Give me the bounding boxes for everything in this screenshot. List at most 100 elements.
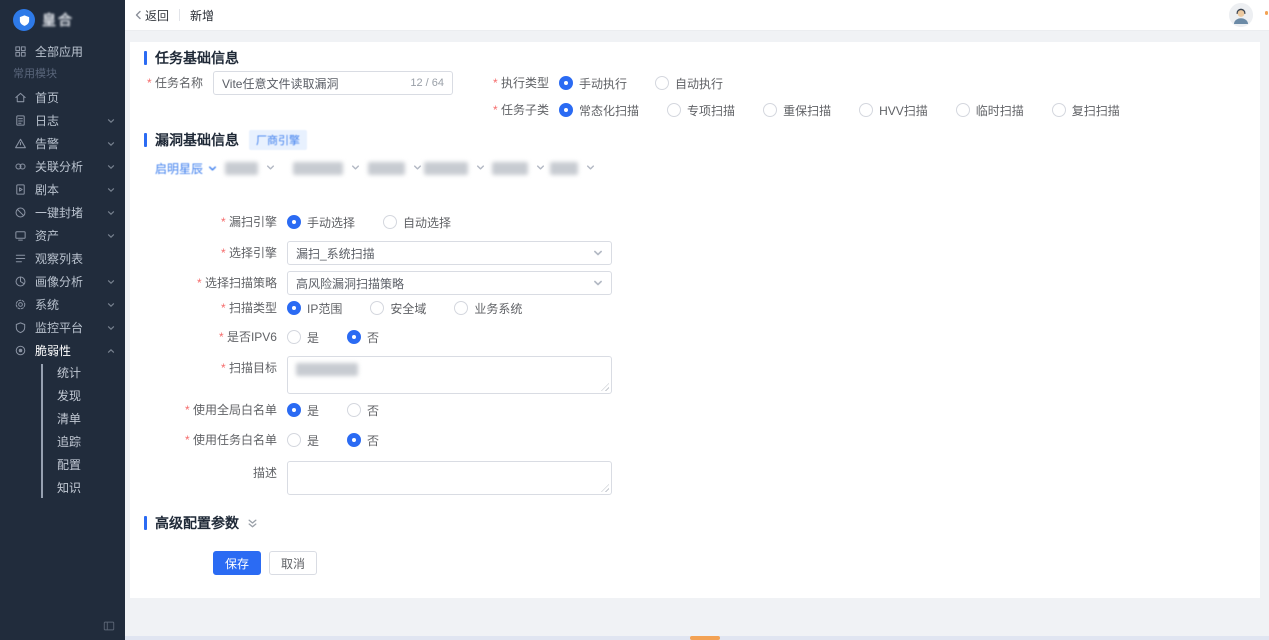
strategy-select-row: 选择扫描策略 高风险漏洞扫描策略	[144, 271, 612, 295]
engine-select-label: 选择引擎	[144, 241, 287, 265]
radio-task-wl-yes[interactable]: 是	[287, 432, 319, 449]
chevron-down-icon	[593, 248, 603, 258]
sidebar-subitem-discovery[interactable]: 发现	[0, 385, 125, 408]
sidebar-item-logs[interactable]: 日志	[0, 109, 125, 132]
radio-circle-icon	[763, 103, 777, 117]
radio-circle-icon	[383, 215, 397, 229]
radio-scan-ip-range[interactable]: IP范围	[287, 300, 342, 317]
chevron-up-icon	[107, 347, 115, 355]
radio-task-wl-no[interactable]: 否	[347, 432, 379, 449]
vendor-dropdown-redacted[interactable]	[424, 161, 485, 175]
redacted-text	[225, 162, 258, 175]
brand-logo[interactable]: 皇合	[0, 0, 125, 40]
sidebar-subitem-configuration[interactable]: 配置	[0, 454, 125, 477]
global-whitelist-label: 使用全局白名单	[144, 398, 287, 422]
sidebar-item-correlation-analysis[interactable]: 关联分析	[0, 155, 125, 178]
radio-engine-manual[interactable]: 手动选择	[287, 214, 355, 231]
description-textarea[interactable]	[288, 462, 611, 494]
task-subtype-label: 任务子类	[493, 98, 559, 122]
expand-double-chevron-icon[interactable]	[247, 518, 258, 529]
apps-grid-icon	[13, 45, 27, 59]
sidebar-subitem-statistics[interactable]: 统计	[0, 362, 125, 385]
radio-subtype-rescan[interactable]: 复扫扫描	[1052, 102, 1120, 119]
scrollbar-thumb[interactable]	[690, 636, 720, 640]
radio-circle-icon	[859, 103, 873, 117]
sidebar-item-home[interactable]: 首页	[0, 86, 125, 109]
vendor-tab-active[interactable]: 启明星辰	[155, 160, 217, 177]
scan-type-label: 扫描类型	[144, 296, 287, 320]
radio-ipv6-no[interactable]: 否	[347, 329, 379, 346]
radio-subtype-hvv[interactable]: HVV扫描	[859, 102, 928, 119]
section-accent-bar	[144, 51, 147, 65]
engine-mode-row: 漏扫引擎 手动选择 自动选择	[144, 210, 479, 234]
app-window: 皇合 全部应用 常用模块 首页 日志 告警	[0, 0, 1269, 640]
chevron-down-icon	[413, 161, 422, 175]
sidebar-subitem-trace[interactable]: 追踪	[0, 431, 125, 454]
page-title: 新增	[190, 7, 214, 24]
home-icon	[13, 91, 27, 105]
description-row: 描述	[144, 461, 612, 485]
section-accent-bar	[144, 516, 147, 530]
radio-circle-icon	[347, 433, 361, 447]
radio-global-wl-yes[interactable]: 是	[287, 402, 319, 419]
vendor-dropdown-redacted[interactable]	[225, 161, 275, 175]
sidebar-subitem-inventory[interactable]: 清单	[0, 408, 125, 431]
alert-icon	[13, 137, 27, 151]
section-vuln-basic-info: 漏洞基础信息 厂商引擎	[144, 132, 307, 148]
sidebar-item-portrait-analysis[interactable]: 画像分析	[0, 270, 125, 293]
task-name-input[interactable]	[222, 76, 404, 90]
section-task-basic-info: 任务基础信息	[144, 50, 239, 66]
cancel-button[interactable]: 取消	[269, 551, 317, 575]
sidebar-collapse-icon[interactable]	[103, 620, 115, 632]
sidebar-item-watchlist[interactable]: 观察列表	[0, 247, 125, 270]
strategy-select-dropdown[interactable]: 高风险漏洞扫描策略	[287, 271, 612, 295]
portrait-icon	[13, 275, 27, 289]
radio-subtype-routine[interactable]: 常态化扫描	[559, 102, 639, 119]
strategy-select-label: 选择扫描策略	[144, 271, 287, 295]
vendor-dropdown-redacted[interactable]	[550, 161, 595, 175]
redacted-text	[424, 162, 468, 175]
topbar-divider	[179, 9, 180, 21]
user-avatar[interactable]	[1229, 3, 1253, 27]
sidebar-item-alerts[interactable]: 告警	[0, 132, 125, 155]
task-name-row: 任务名称 12 / 64	[144, 71, 453, 95]
radio-circle-icon	[287, 433, 301, 447]
sidebar-item-assets[interactable]: 资产	[0, 224, 125, 247]
chevron-down-icon	[107, 186, 115, 194]
radio-subtype-temporary[interactable]: 临时扫描	[956, 102, 1024, 119]
section-advanced-params: 高级配置参数	[144, 515, 258, 531]
block-icon	[13, 206, 27, 220]
radio-ipv6-yes[interactable]: 是	[287, 329, 319, 346]
sidebar-item-monitor-platform[interactable]: 监控平台	[0, 316, 125, 339]
vendor-dropdown-redacted[interactable]	[293, 161, 360, 175]
radio-exec-auto[interactable]: 自动执行	[655, 75, 723, 92]
chevron-down-icon	[476, 161, 485, 175]
task-whitelist-row: 使用任务白名单 是 否	[144, 428, 407, 452]
monitor-shield-icon	[13, 321, 27, 335]
sidebar-item-one-click-block[interactable]: 一键封堵	[0, 201, 125, 224]
radio-circle-icon	[287, 330, 301, 344]
radio-circle-icon	[655, 76, 669, 90]
save-button[interactable]: 保存	[213, 551, 261, 575]
radio-engine-auto[interactable]: 自动选择	[383, 214, 451, 231]
sidebar-item-all-apps[interactable]: 全部应用	[0, 40, 125, 63]
radio-global-wl-no[interactable]: 否	[347, 402, 379, 419]
radio-subtype-key-protect[interactable]: 重保扫描	[763, 102, 831, 119]
sidebar-item-vulnerability[interactable]: 脆弱性	[0, 339, 125, 362]
radio-subtype-special[interactable]: 专项扫描	[667, 102, 735, 119]
vendor-dropdown-redacted[interactable]	[492, 161, 545, 175]
sidebar-subitem-knowledge[interactable]: 知识	[0, 477, 125, 500]
sidebar-section-label: 常用模块	[0, 63, 125, 86]
radio-scan-security-zone[interactable]: 安全域	[370, 300, 426, 317]
radio-exec-manual[interactable]: 手动执行	[559, 75, 627, 92]
radio-scan-business-system[interactable]: 业务系统	[454, 300, 522, 317]
sidebar-item-playbook[interactable]: 剧本	[0, 178, 125, 201]
sidebar-menu: 全部应用 常用模块 首页 日志 告警 关联分析	[0, 40, 125, 362]
vendor-dropdown-redacted[interactable]	[368, 161, 422, 175]
exec-type-row: 执行类型 手动执行 自动执行	[493, 71, 751, 95]
horizontal-scrollbar[interactable]	[125, 636, 1269, 640]
engine-select-dropdown[interactable]: 漏扫_系统扫描	[287, 241, 612, 265]
back-button[interactable]: 返回	[134, 7, 169, 24]
ipv6-label: 是否IPV6	[144, 325, 287, 349]
sidebar-item-system[interactable]: 系统	[0, 293, 125, 316]
